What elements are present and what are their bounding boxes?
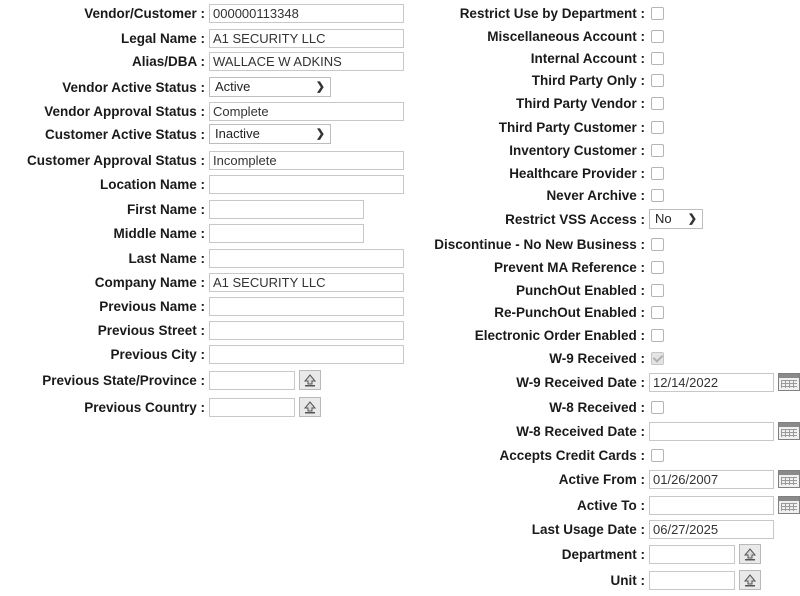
- chevron-down-icon: ❯: [687, 213, 697, 225]
- inventory-customer-row: Inventory Customer :: [0, 139, 664, 161]
- electronic-order-enabled-row: Electronic Order Enabled :: [0, 324, 664, 346]
- third-party-only-row: Third Party Only :: [0, 69, 664, 91]
- discontinue-checkbox[interactable]: [651, 237, 664, 251]
- last-usage-date-row: Last Usage Date : 06/27/2025: [0, 518, 774, 540]
- restrict-vss-access-label: Restrict VSS Access :: [505, 211, 645, 227]
- w8-received-checkbox[interactable]: [651, 400, 664, 414]
- w9-received-row: W-9 Received :: [0, 347, 664, 369]
- active-to-row: Active To :: [0, 494, 800, 516]
- w9-received-date-row: W-9 Received Date : 12/14/2022: [0, 371, 800, 393]
- w8-received-row: W-8 Received :: [0, 396, 664, 418]
- third-party-customer-label: Third Party Customer :: [498, 119, 645, 135]
- prevent-ma-reference-row: Prevent MA Reference :: [0, 256, 664, 278]
- inventory-customer-label: Inventory Customer :: [509, 142, 645, 158]
- w8-received-label: W-8 Received :: [549, 399, 645, 415]
- active-from-row: Active From : 01/26/2007: [0, 468, 800, 490]
- accepts-credit-cards-checkbox[interactable]: [651, 448, 664, 462]
- miscellaneous-account-label: Miscellaneous Account :: [487, 28, 645, 44]
- internal-account-checkbox[interactable]: [651, 51, 664, 65]
- never-archive-label: Never Archive :: [546, 187, 645, 203]
- re-punchout-enabled-label: Re-PunchOut Enabled :: [494, 304, 645, 320]
- w9-received-label: W-9 Received :: [549, 350, 645, 366]
- w9-received-checkbox[interactable]: [651, 351, 664, 365]
- active-from-label: Active From :: [558, 471, 645, 487]
- w8-received-date-row: W-8 Received Date :: [0, 420, 800, 442]
- punchout-enabled-label: PunchOut Enabled :: [515, 282, 645, 298]
- department-field[interactable]: [649, 544, 735, 564]
- accepts-credit-cards-label: Accepts Credit Cards :: [499, 447, 645, 463]
- active-to-field[interactable]: [649, 495, 774, 515]
- restrict-use-by-department-row: Restrict Use by Department :: [0, 2, 664, 24]
- unit-field[interactable]: [649, 570, 735, 590]
- discontinue-label: Discontinue - No New Business :: [434, 236, 645, 252]
- restrict-vss-access-row: Restrict VSS Access : No ❯: [0, 208, 703, 230]
- third-party-vendor-checkbox[interactable]: [651, 96, 664, 110]
- calendar-icon[interactable]: [778, 496, 800, 514]
- last-usage-date-label: Last Usage Date :: [531, 521, 645, 537]
- third-party-only-checkbox[interactable]: [651, 73, 664, 87]
- unit-row: Unit :: [0, 569, 761, 591]
- internal-account-label: Internal Account :: [530, 50, 645, 66]
- lookup-arrow-icon[interactable]: [739, 570, 761, 590]
- electronic-order-enabled-checkbox[interactable]: [651, 328, 664, 342]
- punchout-enabled-row: PunchOut Enabled :: [0, 279, 664, 301]
- inventory-customer-checkbox[interactable]: [651, 143, 664, 157]
- internal-account-row: Internal Account :: [0, 47, 664, 69]
- third-party-customer-checkbox[interactable]: [651, 120, 664, 134]
- active-from-field[interactable]: 01/26/2007: [649, 469, 774, 489]
- discontinue-row: Discontinue - No New Business :: [0, 233, 664, 255]
- department-row: Department :: [0, 543, 761, 565]
- re-punchout-enabled-checkbox[interactable]: [651, 305, 664, 319]
- miscellaneous-account-row: Miscellaneous Account :: [0, 25, 664, 47]
- miscellaneous-account-checkbox[interactable]: [651, 29, 664, 43]
- w8-received-date-label: W-8 Received Date :: [516, 423, 645, 439]
- active-to-label: Active To :: [576, 497, 645, 513]
- w9-received-date-field[interactable]: 12/14/2022: [649, 372, 774, 392]
- never-archive-row: Never Archive :: [0, 184, 664, 206]
- calendar-icon[interactable]: [778, 373, 800, 391]
- third-party-customer-row: Third Party Customer :: [0, 116, 664, 138]
- healthcare-provider-label: Healthcare Provider :: [509, 165, 645, 181]
- calendar-icon[interactable]: [778, 470, 800, 488]
- restrict-use-by-department-label: Restrict Use by Department :: [459, 5, 645, 21]
- w8-received-date-field[interactable]: [649, 421, 774, 441]
- restrict-vss-access-select[interactable]: No ❯: [649, 209, 703, 229]
- department-label: Department :: [561, 546, 645, 562]
- punchout-enabled-checkbox[interactable]: [651, 283, 664, 297]
- electronic-order-enabled-label: Electronic Order Enabled :: [474, 327, 645, 343]
- prevent-ma-reference-checkbox[interactable]: [651, 260, 664, 274]
- restrict-use-by-department-checkbox[interactable]: [651, 6, 664, 20]
- lookup-arrow-icon[interactable]: [739, 544, 761, 564]
- never-archive-checkbox[interactable]: [651, 188, 664, 202]
- third-party-vendor-label: Third Party Vendor :: [515, 95, 645, 111]
- third-party-only-label: Third Party Only :: [531, 72, 645, 88]
- restrict-vss-access-value: No: [655, 211, 672, 226]
- accepts-credit-cards-row: Accepts Credit Cards :: [0, 444, 664, 466]
- third-party-vendor-row: Third Party Vendor :: [0, 92, 664, 114]
- last-usage-date-field[interactable]: 06/27/2025: [649, 519, 774, 539]
- healthcare-provider-row: Healthcare Provider :: [0, 162, 664, 184]
- calendar-icon[interactable]: [778, 422, 800, 440]
- healthcare-provider-checkbox[interactable]: [651, 166, 664, 180]
- unit-label: Unit :: [610, 572, 646, 588]
- prevent-ma-reference-label: Prevent MA Reference :: [493, 259, 645, 275]
- w9-received-date-label: W-9 Received Date :: [516, 374, 645, 390]
- re-punchout-enabled-row: Re-PunchOut Enabled :: [0, 301, 664, 323]
